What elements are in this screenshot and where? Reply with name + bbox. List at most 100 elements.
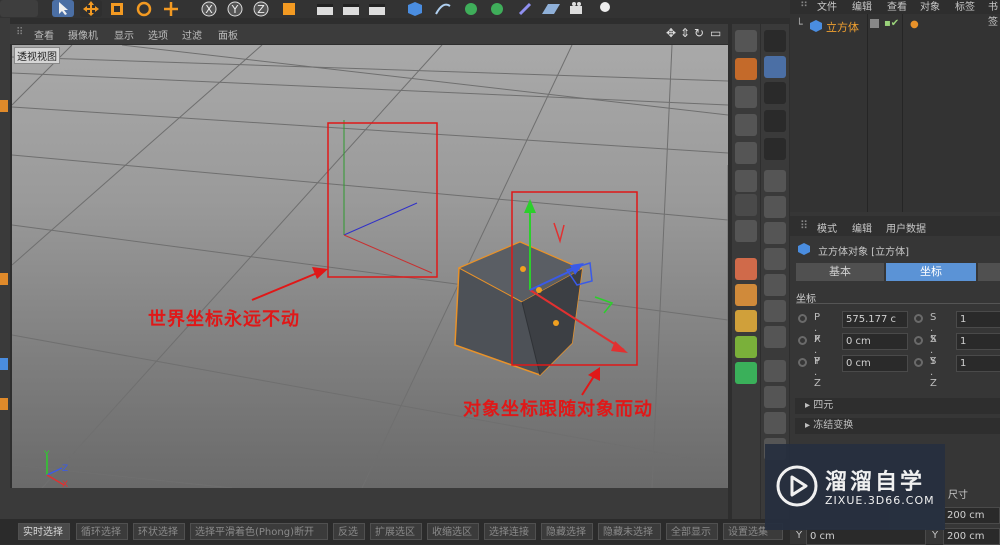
tab-coordinates[interactable]: 坐标: [886, 263, 976, 281]
layer-icon[interactable]: [870, 19, 879, 28]
snap-2d-icon[interactable]: [764, 110, 786, 132]
menu-file[interactable]: 文件: [817, 0, 837, 13]
quaternion-section[interactable]: ▸ 四元: [795, 398, 1000, 414]
select-connected-button[interactable]: 选择连接: [484, 523, 536, 540]
tab-more[interactable]: [978, 263, 1000, 281]
select-tool-icon[interactable]: [52, 0, 74, 17]
menu-mode[interactable]: 模式: [817, 220, 837, 235]
mode-icon[interactable]: [0, 398, 8, 410]
mode-icon[interactable]: [0, 273, 8, 285]
rotation-y-field[interactable]: 0 cm: [806, 528, 926, 545]
points-mode-icon[interactable]: [735, 86, 757, 108]
show-all-button[interactable]: 全部显示: [666, 523, 718, 540]
keyframe-radio[interactable]: [798, 336, 807, 345]
tool-icon[interactable]: [764, 274, 786, 296]
loop-selection-button[interactable]: 循环选择: [76, 523, 128, 540]
tool-icon[interactable]: [764, 170, 786, 192]
visibility-icon[interactable]: ▪✔: [884, 18, 899, 29]
deformer-icon[interactable]: [514, 0, 536, 17]
menu-panel[interactable]: 面板: [218, 27, 238, 42]
tool-icon[interactable]: [764, 300, 786, 322]
x-axis-lock-icon[interactable]: X: [198, 0, 220, 17]
menu-camera[interactable]: 摄像机: [68, 27, 98, 42]
tool-icon[interactable]: [764, 196, 786, 218]
size-field-1[interactable]: 200 cm: [943, 507, 1000, 524]
tool-icon[interactable]: [764, 248, 786, 270]
position-y-field[interactable]: 0 cm: [842, 333, 908, 350]
tool-icon[interactable]: [735, 58, 757, 80]
tool-icon[interactable]: [735, 220, 757, 242]
magnet-icon[interactable]: [764, 30, 786, 52]
menu-tags[interactable]: 标签: [955, 0, 975, 13]
camera-icon[interactable]: [567, 0, 589, 17]
y-axis-lock-icon[interactable]: Y: [224, 0, 246, 17]
size-y-field[interactable]: 200 cm: [943, 528, 1000, 545]
move-tool-icon[interactable]: [80, 0, 102, 17]
menu-edit[interactable]: 编辑: [852, 220, 872, 235]
zoom-icon[interactable]: ⇕: [680, 26, 690, 40]
light-icon[interactable]: [594, 0, 616, 17]
pan-icon[interactable]: ✥: [666, 26, 676, 40]
coordinate-system-icon[interactable]: [278, 0, 300, 17]
menu-filter[interactable]: 过滤: [182, 27, 202, 42]
keyframe-radio[interactable]: [914, 336, 923, 345]
object-row-cube[interactable]: └ 立方体 ▪✔ ●: [796, 18, 996, 36]
scale-y-field[interactable]: 1: [956, 333, 1000, 350]
mode-icon[interactable]: [0, 100, 8, 112]
tool-icon[interactable]: [764, 386, 786, 408]
edges-mode-icon[interactable]: [735, 114, 757, 136]
invert-selection-button[interactable]: 反选: [333, 523, 365, 540]
rotate-view-icon[interactable]: ↻: [694, 26, 704, 40]
tab-basic[interactable]: 基本: [796, 263, 884, 281]
pen-spline-icon[interactable]: [432, 0, 454, 17]
menu-view[interactable]: 查看: [34, 27, 54, 42]
polygons-mode-icon[interactable]: [735, 142, 757, 164]
subdivision-icon[interactable]: [460, 0, 482, 17]
menu-options[interactable]: 选项: [148, 27, 168, 42]
add-tool-icon[interactable]: [160, 0, 182, 17]
hide-unselected-button[interactable]: 隐藏未选择: [598, 523, 661, 540]
tool-icon[interactable]: [764, 412, 786, 434]
magnet-active-icon[interactable]: [764, 56, 786, 78]
position-x-field[interactable]: 575.177 c: [842, 311, 908, 328]
scale-z-field[interactable]: 1: [956, 355, 1000, 372]
tool-icon[interactable]: [735, 284, 757, 306]
cube-object[interactable]: [454, 241, 584, 376]
ring-selection-button[interactable]: 环状选择: [133, 523, 185, 540]
phong-break-button[interactable]: 选择平滑着色(Phong)断开: [190, 523, 328, 540]
scale-tool-icon[interactable]: [106, 0, 128, 17]
tool-icon[interactable]: [735, 258, 757, 280]
snap-icon[interactable]: [735, 388, 757, 410]
tag-icon[interactable]: ●: [910, 19, 919, 30]
tool-icon[interactable]: [764, 326, 786, 348]
menu-user-data[interactable]: 用户数据: [886, 220, 926, 235]
tool-icon[interactable]: [735, 170, 757, 192]
maximize-view-icon[interactable]: ▭: [710, 26, 721, 40]
keyframe-radio[interactable]: [798, 314, 807, 323]
tool-icon[interactable]: [735, 30, 757, 52]
tool-icon[interactable]: [735, 336, 757, 358]
render-picture-icon[interactable]: [340, 0, 362, 17]
menu-edit[interactable]: 编辑: [852, 0, 872, 13]
render-view-icon[interactable]: [314, 0, 336, 17]
hide-selected-button[interactable]: 隐藏选择: [541, 523, 593, 540]
freeze-transform-section[interactable]: ▸ 冻结变换: [795, 418, 1000, 434]
keyframe-radio[interactable]: [798, 358, 807, 367]
snap-3d-icon[interactable]: [764, 82, 786, 104]
tool-icon[interactable]: [735, 310, 757, 332]
grow-selection-button[interactable]: 扩展选区: [370, 523, 422, 540]
cloner-icon[interactable]: [486, 0, 508, 17]
mode-icon[interactable]: [0, 358, 8, 370]
floor-icon[interactable]: [540, 0, 562, 17]
live-selection-button[interactable]: 实时选择: [18, 523, 70, 540]
menu-objects[interactable]: 对象: [920, 0, 940, 13]
shrink-selection-button[interactable]: 收缩选区: [427, 523, 479, 540]
menu-display[interactable]: 显示: [114, 27, 134, 42]
tool-icon[interactable]: [735, 362, 757, 384]
perspective-viewport[interactable]: Y Z X 透视视图 世界坐标永远不动 对象坐标跟随对象而动: [12, 45, 728, 488]
render-settings-icon[interactable]: [366, 0, 388, 17]
tool-icon[interactable]: [764, 222, 786, 244]
object-name[interactable]: 立方体: [826, 19, 859, 35]
cube-primitive-icon[interactable]: [404, 0, 426, 17]
rotate-tool-icon[interactable]: [133, 0, 155, 17]
